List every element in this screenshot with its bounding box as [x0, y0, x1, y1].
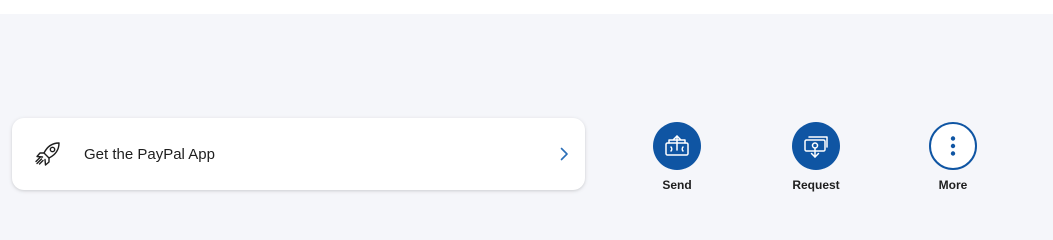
request-circle[interactable] [792, 122, 840, 170]
chevron-right-icon [560, 147, 568, 161]
send-circle[interactable] [653, 122, 701, 170]
send-money-icon [665, 135, 689, 156]
send-label: Send [662, 178, 692, 192]
more-vertical-icon [950, 136, 956, 156]
more-circle[interactable] [929, 122, 977, 170]
request-label: Request [792, 178, 840, 192]
get-app-card[interactable]: Get the PayPal App [12, 118, 585, 190]
request-button[interactable]: Request [768, 122, 864, 194]
send-button[interactable]: Send [629, 122, 725, 194]
request-money-icon [804, 136, 828, 158]
get-app-label: Get the PayPal App [84, 146, 215, 163]
rocket-icon [35, 142, 60, 166]
top-bar [0, 0, 1053, 14]
more-label: More [938, 178, 968, 192]
more-button[interactable]: More [905, 122, 1001, 194]
